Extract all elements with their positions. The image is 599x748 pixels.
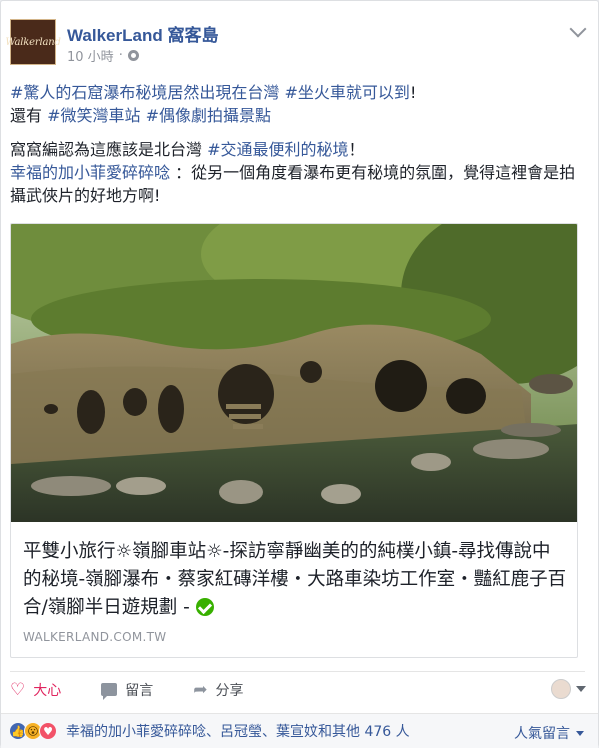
hashtag-link[interactable]: #偶像劇拍攝景點 [146, 106, 271, 125]
love-button[interactable]: ♡ 大心 [10, 680, 61, 700]
globe-icon [127, 50, 139, 61]
post-text: 窩窩編認為這應該是北台灣 [10, 140, 208, 159]
action-bar: ♡ 大心 留言 ➦ 分享 [10, 671, 585, 707]
heart-outline-icon: ♡ [10, 679, 26, 700]
reactions-bar: 👍 😮 ♥ 幸福的加小菲愛碎碎唸、呂冠瑩、葉宣妏和其他 476 人 [1, 713, 598, 748]
link-preview-card[interactable]: 平雙小旅行☼嶺腳車站☼-探訪寧靜幽美的的純樸小鎮-尋找傳說中的秘境-嶺腳瀑布・蔡… [10, 223, 578, 658]
post-meta: 10 小時 · [67, 46, 139, 65]
comment-icon [101, 683, 118, 700]
hashtag-link[interactable]: #微笑灣車站 [47, 106, 140, 125]
caret-down-icon [576, 730, 584, 736]
top-comments-label: 人氣留言 [514, 726, 570, 742]
meta-separator: · [118, 48, 123, 63]
avatar-logo-text: Walkerland [5, 36, 61, 48]
link-title[interactable]: 平雙小旅行☼嶺腳車站☼-探訪寧靜幽美的的純樸小鎮-尋找傳說中的秘境-嶺腳瀑布・蔡… [23, 538, 568, 622]
page-avatar-mini [551, 679, 571, 699]
post-text: ！ [348, 140, 365, 159]
share-button[interactable]: ➦ 分享 [193, 680, 243, 700]
mention-link[interactable]: 幸福的加小菲愛碎碎唸 [10, 163, 170, 182]
page-name-link[interactable]: WalkerLand 窩客島 [67, 21, 218, 46]
share-arrow-icon: ➦ [193, 679, 208, 700]
hashtag-link[interactable]: #交通最便利的秘境 [207, 140, 348, 159]
comment-label: 留言 [125, 682, 154, 699]
hashtag-link[interactable]: #坐火車就可以到 [285, 83, 410, 102]
link-domain: WALKERLAND.COM.TW [23, 630, 167, 644]
post-message: #驚人的石窟瀑布秘境居然出現在台灣 #坐火車就可以到! 還有 #微笑灣車站 #偶… [10, 81, 585, 218]
reaction-summary-link[interactable]: 幸福的加小菲愛碎碎唸、呂冠瑩、葉宣妏和其他 476 人 [66, 721, 410, 741]
post-text: 還有 [10, 106, 48, 125]
post-card: Walkerland WalkerLand 窩客島 10 小時 · #驚人的石窟… [0, 0, 599, 748]
love-reaction-icon[interactable]: ♥ [39, 722, 57, 740]
post-as-selector[interactable] [551, 679, 586, 699]
page-avatar[interactable]: Walkerland [5, 19, 61, 65]
top-comments-dropdown[interactable]: 人氣留言 [514, 723, 584, 743]
love-label: 大心 [33, 682, 62, 699]
waterfall-cave-photo[interactable] [11, 224, 578, 522]
link-title-text: 平雙小旅行☼嶺腳車站☼-探訪寧靜幽美的的純樸小鎮-尋找傳說中的秘境-嶺腳瀑布・蔡… [23, 541, 567, 618]
post-paragraph-1: #驚人的石窟瀑布秘境居然出現在台灣 #坐火車就可以到! 還有 #微笑灣車站 #偶… [10, 81, 585, 127]
timestamp-link[interactable]: 10 小時 [67, 46, 114, 65]
comment-button[interactable]: 留言 [101, 680, 153, 700]
post-paragraph-2: 窩窩編認為這應該是北台灣 #交通最便利的秘境！ 幸福的加小菲愛碎碎唸 ：從另一個… [10, 138, 585, 207]
caret-down-icon [576, 686, 586, 692]
check-mark-icon [195, 598, 214, 616]
hashtag-link[interactable]: #驚人的石窟瀑布秘境居然出現在台灣 [10, 83, 279, 102]
chevron-down-icon[interactable] [569, 20, 587, 38]
share-label: 分享 [215, 682, 244, 699]
post-text: ! [409, 83, 417, 102]
